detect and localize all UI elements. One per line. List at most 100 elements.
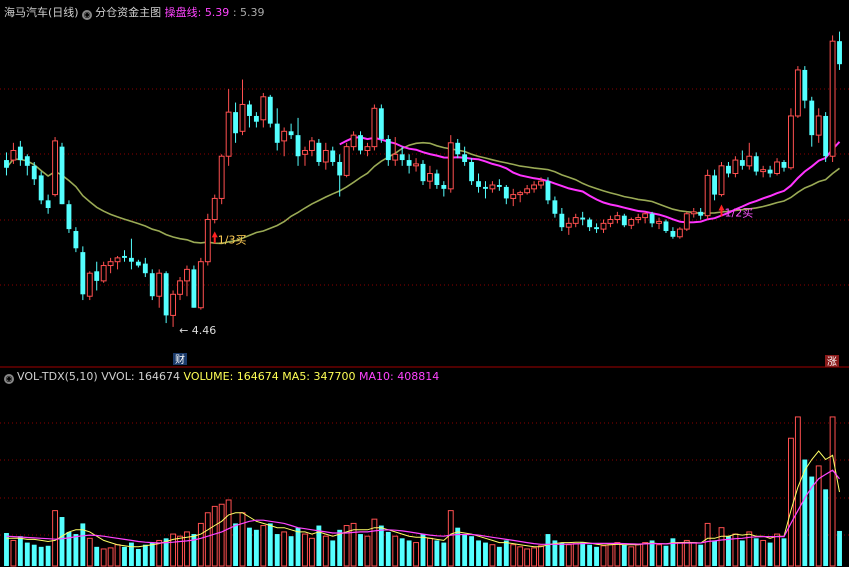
candle-body-up	[517, 192, 524, 196]
volume-bar-up	[204, 512, 211, 567]
volume-bar-up	[197, 522, 204, 567]
candle-body-down	[129, 257, 134, 262]
candle-body-down	[80, 252, 86, 295]
candle-body-up	[635, 217, 642, 221]
candle-body-down	[73, 231, 79, 249]
candle-body-up	[676, 228, 683, 238]
volume-bar-down	[135, 548, 141, 566]
candle-body-down	[823, 115, 829, 157]
volume-bar-down	[149, 542, 155, 566]
candle-body-down	[267, 96, 273, 124]
candle-body-up	[704, 174, 711, 217]
candle-body-down	[503, 186, 509, 199]
candle-body-up	[510, 194, 517, 199]
volume-bar-down	[330, 540, 336, 566]
volume-bar-up	[52, 510, 58, 567]
candle-body-down	[726, 165, 731, 174]
candle-body-down	[358, 135, 363, 151]
volume-bar-down	[483, 542, 488, 566]
volume-bar-up	[260, 525, 267, 567]
candle-body-up	[531, 184, 538, 190]
candle-body-down	[406, 160, 412, 166]
candle-body-down	[4, 160, 9, 168]
volume-bar-down	[559, 542, 565, 566]
volume-bar-down	[580, 542, 586, 566]
candle-body-up	[204, 219, 211, 263]
candle-body-down	[469, 161, 475, 182]
candle-body-down	[434, 173, 440, 185]
stock-chart[interactable]: ← 4.46 1/3买 1/2买财 涨	[0, 0, 849, 567]
volume-bar-up	[774, 533, 780, 567]
volume-bar-down	[191, 534, 197, 566]
volume-bar-up	[565, 544, 572, 567]
volume-bar-up	[614, 542, 621, 567]
candle-body-up	[447, 142, 454, 190]
candle-body-down	[288, 131, 294, 136]
volume-bar-down	[503, 540, 509, 566]
rise-badge: 涨	[827, 356, 837, 368]
volume-bar-down	[726, 536, 731, 566]
volume-bar-down	[142, 544, 148, 566]
candle-body-down	[38, 175, 44, 201]
candle-body-up	[572, 217, 579, 224]
volume-bar-down	[385, 531, 391, 566]
candle-body-up	[308, 140, 315, 151]
candle-body-down	[580, 217, 586, 220]
volume-bar-up	[447, 510, 454, 567]
volume-bar-up	[225, 499, 232, 567]
volume-bar-up	[308, 537, 315, 567]
candle-body-down	[781, 161, 787, 168]
volume-bar-down	[753, 538, 759, 566]
candle-body-down	[594, 227, 599, 230]
volume-bar-down	[267, 523, 273, 566]
candle-body-up	[218, 155, 225, 199]
candle-body-down	[316, 142, 322, 162]
volume-bar-down	[38, 546, 44, 566]
candle-body-down	[753, 156, 759, 172]
volume-bar-up	[829, 416, 836, 567]
settings-icon[interactable]: ◉	[4, 374, 14, 384]
volume-bar-up	[510, 544, 517, 567]
candle-body-up	[281, 130, 288, 142]
settings-icon[interactable]: ◉	[82, 10, 93, 20]
candle-body-down	[337, 161, 343, 176]
candle-body-up	[392, 153, 399, 161]
main-chart-label[interactable]: 分仓资金主图	[95, 6, 161, 19]
candle-body-up	[343, 146, 350, 176]
candle-body-down	[698, 211, 704, 216]
volume-bar-down	[649, 540, 655, 566]
candle-body-down	[295, 135, 301, 157]
volume-bar-up	[100, 548, 107, 567]
volume-bar-up	[107, 547, 114, 567]
volume-bar-down	[233, 523, 238, 566]
volume-bar-up	[600, 545, 607, 567]
volume-panel[interactable]	[4, 416, 842, 567]
grid-lines	[0, 88, 849, 536]
candle-body-down	[191, 269, 197, 308]
candle-body-up	[52, 140, 58, 196]
volume-bar-up	[524, 548, 531, 567]
candle-body-down	[378, 108, 384, 139]
candle-body-down	[663, 221, 669, 232]
candle-body-up	[413, 163, 419, 167]
candle-body-up	[489, 184, 496, 190]
candle-body-down	[462, 154, 468, 162]
candle-body-down	[163, 273, 169, 316]
volume-bar-up	[683, 539, 690, 567]
candle-body-down	[767, 169, 773, 174]
candle-body-down	[455, 142, 461, 155]
indicator-value1: 5.39	[204, 6, 230, 19]
candle-body-down	[149, 273, 155, 297]
candle-body-down	[31, 165, 37, 180]
candle-body-down	[587, 219, 593, 228]
volume-bar-down	[469, 536, 475, 566]
volume-bar-down	[337, 529, 343, 566]
volume-indicator-name[interactable]: VOL-TDX(5,10)	[17, 370, 98, 383]
candle-body-up	[538, 180, 544, 186]
price-panel[interactable]	[4, 31, 842, 327]
volume-bar-up	[788, 437, 794, 567]
volume-bar-down	[253, 529, 259, 566]
volume-bar-down	[698, 544, 704, 566]
buy-signal-2-label: 1/2买	[725, 207, 754, 220]
financial-badge: 财	[175, 353, 185, 366]
